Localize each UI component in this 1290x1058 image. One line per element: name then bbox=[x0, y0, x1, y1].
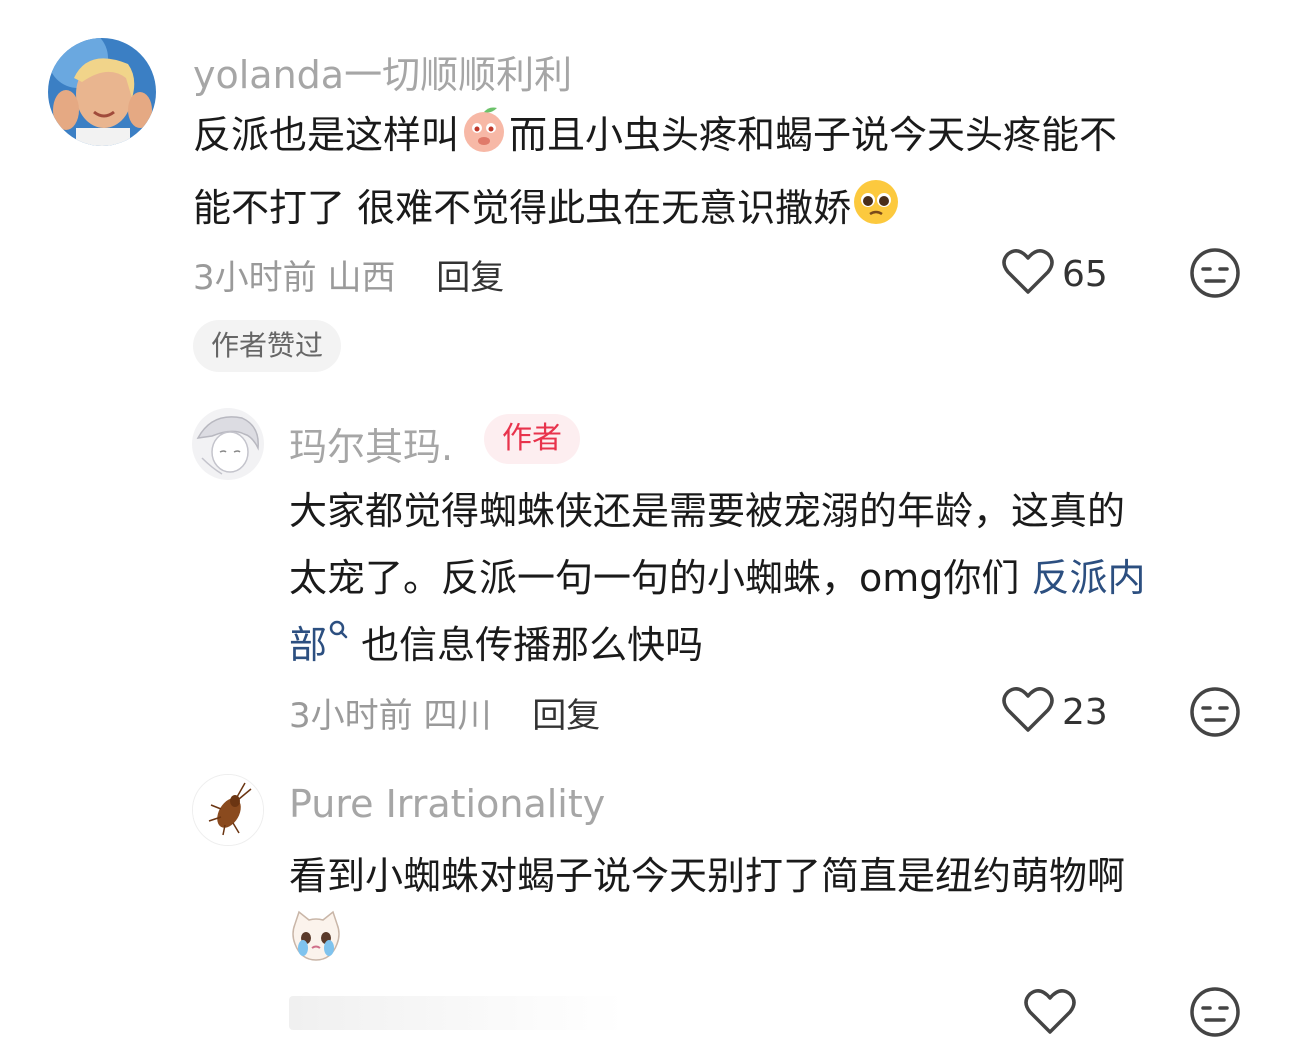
dislike-button[interactable] bbox=[1189, 686, 1241, 742]
search-link[interactable]: 反派内 bbox=[1031, 556, 1145, 600]
comment-time: 3小时前 bbox=[289, 696, 413, 736]
meh-face-icon bbox=[1189, 987, 1241, 1042]
comment-text: 反派也是这样叫 而且小虫头疼和蝎子说今天头疼能不 能不打了 很难不觉得此虫在无意识… bbox=[193, 102, 1233, 248]
comment-text-part: 也信息传播那么快吗 bbox=[349, 623, 704, 667]
meh-face-icon bbox=[1189, 687, 1241, 742]
author-tag: 作者 bbox=[484, 414, 580, 464]
comment-username[interactable]: Pure Irrationality bbox=[289, 782, 605, 826]
dislike-button[interactable] bbox=[1189, 247, 1241, 303]
comment-text: 看到小蜘蛛对蝎子说今天别打了简直是纽约萌物啊 bbox=[289, 843, 1249, 985]
comment-location: 山西 bbox=[327, 258, 396, 298]
comment-meta: 3小时前 山西 回复 bbox=[193, 250, 504, 299]
pleading-face-emoji-icon bbox=[851, 177, 901, 248]
comment-meta: 3小时前 四川 回复 bbox=[289, 688, 600, 737]
comment-text-part: 反派也是这样叫 bbox=[193, 113, 460, 157]
comment-text-part: 太宠了。反派一句一句的小蜘蛛，omg你们 bbox=[289, 556, 1032, 600]
comment-text: 大家都觉得蜘蛛侠还是需要被宠溺的年龄，这真的 太宠了。反派一句一句的小蜘蛛，om… bbox=[289, 478, 1249, 679]
like-count: 23 bbox=[1062, 691, 1108, 733]
avatar-maerqima[interactable] bbox=[192, 408, 264, 480]
avatar-pure-irrationality[interactable] bbox=[192, 774, 264, 846]
comment-text-part: 看到小蜘蛛对蝎子说今天别打了简直是纽约萌物啊 bbox=[289, 854, 1126, 898]
avatar-yolanda[interactable] bbox=[48, 38, 156, 146]
search-link[interactable]: 部 bbox=[289, 620, 349, 667]
comment-text-part: 能不打了 很难不觉得此虫在无意识撒娇 bbox=[193, 186, 852, 230]
crying-cat-emoji-icon bbox=[289, 910, 343, 985]
comment-username[interactable]: 玛尔其玛. bbox=[289, 416, 453, 471]
heart-outline-icon bbox=[1002, 248, 1054, 300]
peach-emoji-icon bbox=[459, 104, 509, 175]
comment-username[interactable]: yolanda一切顺顺利利 bbox=[193, 44, 572, 99]
comment-time: 3小时前 bbox=[193, 258, 317, 298]
heart-outline-icon bbox=[1024, 988, 1076, 1040]
comment-location: 四川 bbox=[423, 696, 492, 736]
like-button[interactable]: 65 bbox=[1002, 248, 1108, 300]
like-button[interactable] bbox=[1024, 988, 1076, 1040]
like-count: 65 bbox=[1062, 253, 1108, 295]
blurred-meta-placeholder bbox=[289, 996, 625, 1030]
search-icon bbox=[327, 620, 349, 667]
reply-button[interactable]: 回复 bbox=[436, 258, 504, 298]
reply-button[interactable]: 回复 bbox=[532, 696, 600, 736]
comment-text-part: 而且小虫头疼和蝎子说今天头疼能不 bbox=[509, 113, 1118, 157]
comment-text-part: 大家都觉得蜘蛛侠还是需要被宠溺的年龄，这真的 bbox=[289, 489, 1126, 533]
dislike-button[interactable] bbox=[1189, 986, 1241, 1042]
like-button[interactable]: 23 bbox=[1002, 686, 1108, 738]
meh-face-icon bbox=[1189, 248, 1241, 303]
author-liked-badge: 作者赞过 bbox=[193, 320, 342, 372]
heart-outline-icon bbox=[1002, 686, 1054, 738]
